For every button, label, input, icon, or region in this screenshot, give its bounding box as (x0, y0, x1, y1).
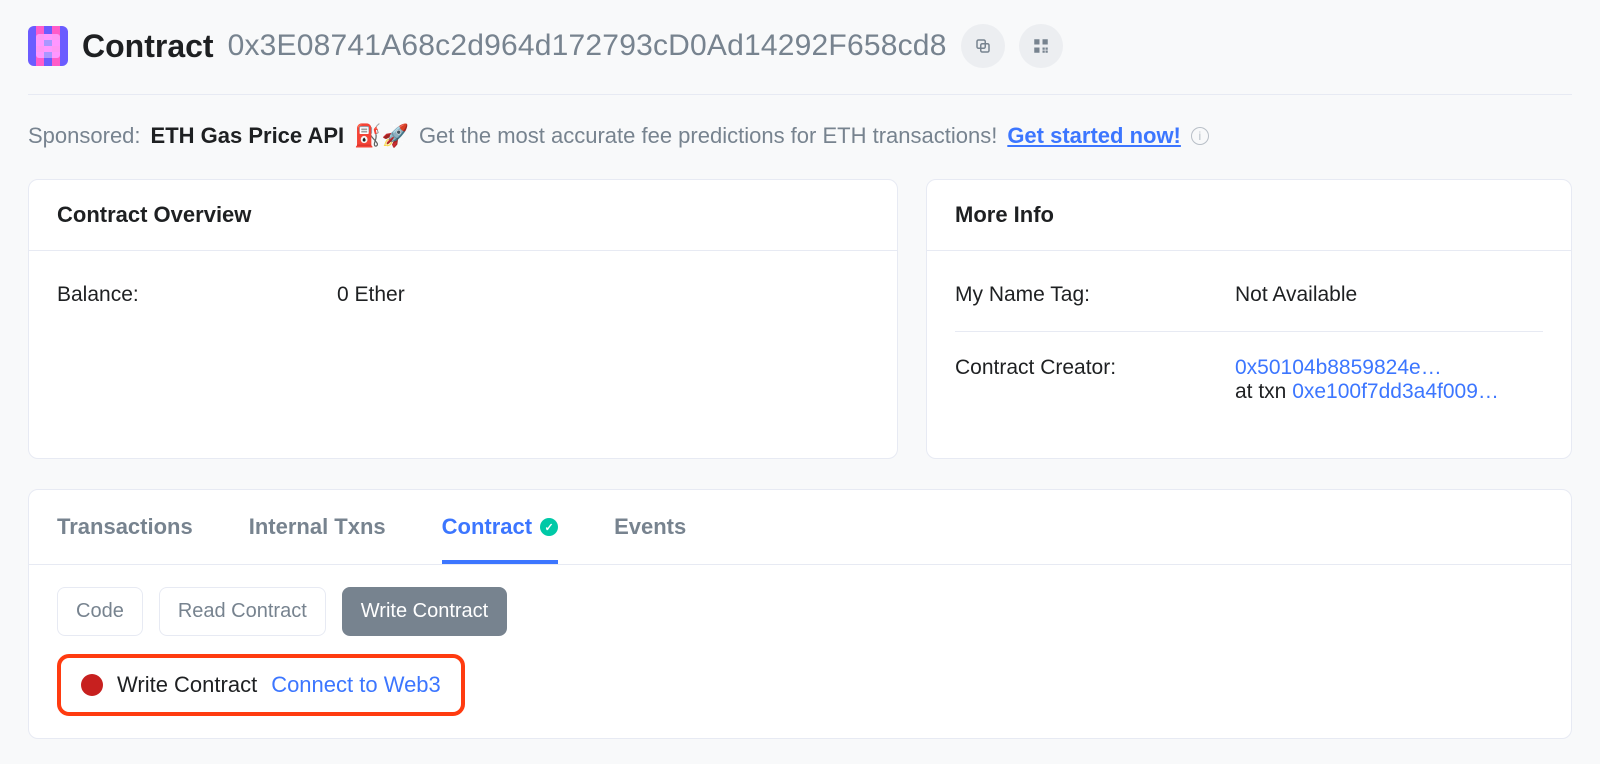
info-cards-row: Contract Overview Balance: 0 Ether More … (28, 179, 1572, 459)
qr-code-button[interactable] (1019, 24, 1063, 68)
subtab-read-contract[interactable]: Read Contract (159, 587, 326, 636)
write-contract-connect-box: Write Contract Connect to Web3 (57, 654, 465, 716)
contract-identicon (28, 26, 68, 66)
at-txn-prefix: at txn (1235, 380, 1292, 403)
contract-overview-title: Contract Overview (29, 180, 897, 251)
sponsored-label: Sponsored: (28, 123, 141, 149)
sponsored-banner: Sponsored: ETH Gas Price API ⛽🚀 Get the … (28, 123, 1572, 149)
balance-label: Balance: (57, 283, 337, 307)
sponsored-text: Get the most accurate fee predictions fo… (419, 123, 997, 149)
connection-status-dot-icon (81, 674, 103, 696)
subtab-write-contract[interactable]: Write Contract (342, 587, 507, 636)
contract-address: 0x3E08741A68c2d964d172793cD0Ad14292F658c… (228, 29, 947, 63)
nametag-row: My Name Tag: Not Available (955, 273, 1543, 317)
copy-address-button[interactable] (961, 24, 1005, 68)
contract-overview-card: Contract Overview Balance: 0 Ether (28, 179, 898, 459)
creator-value: 0x50104b8859824e… at txn 0xe100f7dd3a4f0… (1235, 356, 1543, 404)
info-icon[interactable]: i (1191, 127, 1209, 145)
more-info-title: More Info (927, 180, 1571, 251)
header-divider (28, 94, 1572, 95)
verified-icon: ✓ (540, 518, 558, 536)
nametag-value: Not Available (1235, 283, 1543, 307)
creator-label: Contract Creator: (955, 356, 1235, 380)
subtab-code[interactable]: Code (57, 587, 143, 636)
tab-contract[interactable]: Contract ✓ (442, 490, 558, 564)
sponsored-cta-link[interactable]: Get started now! (1007, 123, 1181, 149)
write-contract-label: Write Contract (117, 672, 257, 698)
contract-subtabs: Code Read Contract Write Contract (29, 565, 1571, 654)
main-tabs: Transactions Internal Txns Contract ✓ Ev… (29, 490, 1571, 565)
balance-row: Balance: 0 Ether (57, 273, 869, 317)
nametag-label: My Name Tag: (955, 283, 1235, 307)
creator-txn-link[interactable]: 0xe100f7dd3a4f009… (1292, 380, 1499, 403)
tab-events[interactable]: Events (614, 490, 686, 564)
page-title: Contract (82, 28, 214, 65)
tab-transactions[interactable]: Transactions (57, 490, 193, 564)
sponsored-emojis: ⛽🚀 (354, 123, 409, 149)
copy-icon (974, 37, 992, 55)
more-info-card: More Info My Name Tag: Not Available Con… (926, 179, 1572, 459)
sponsored-brand: ETH Gas Price API (151, 123, 345, 149)
connect-to-web3-link[interactable]: Connect to Web3 (271, 672, 441, 698)
tab-contract-label: Contract (442, 514, 532, 540)
qr-code-icon (1032, 37, 1050, 55)
creator-row: Contract Creator: 0x50104b8859824e… at t… (955, 331, 1543, 414)
page-header: Contract 0x3E08741A68c2d964d172793cD0Ad1… (28, 24, 1572, 94)
detail-tabs-card: Transactions Internal Txns Contract ✓ Ev… (28, 489, 1572, 739)
balance-value: 0 Ether (337, 283, 869, 307)
creator-address-link[interactable]: 0x50104b8859824e… (1235, 356, 1442, 379)
tab-internal-txns[interactable]: Internal Txns (249, 490, 386, 564)
